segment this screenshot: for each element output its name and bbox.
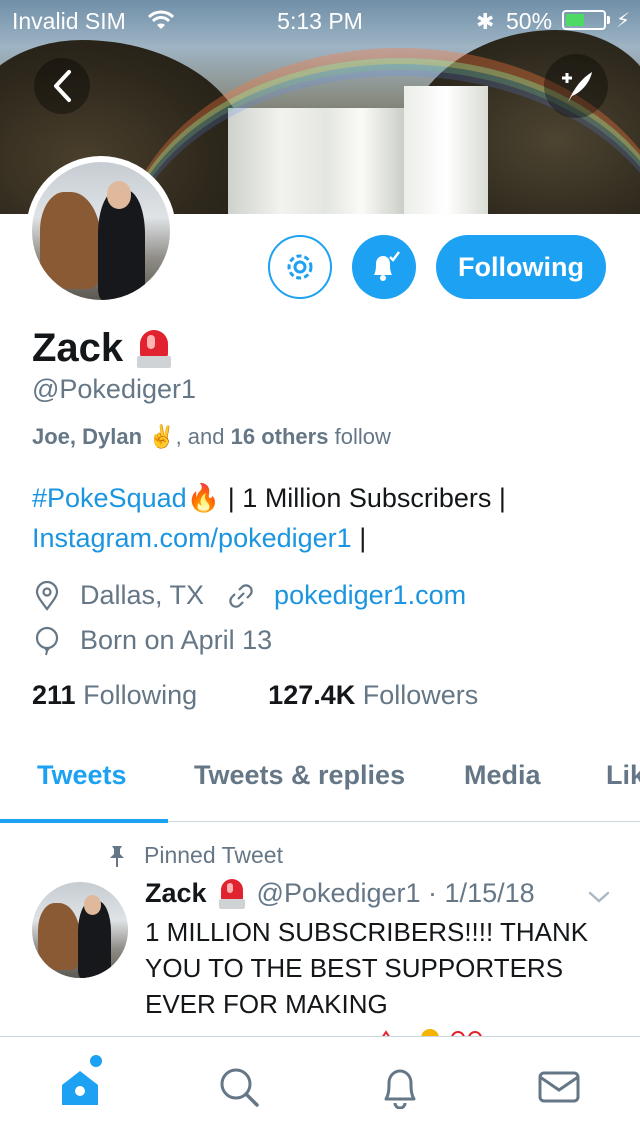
profile-location-row: Dallas, TX pokediger1.com [32,580,466,611]
chevron-down-icon[interactable] [586,888,612,906]
mail-icon[interactable] [537,1065,581,1109]
profile-name-text: Zack [32,326,124,370]
profile-website-link[interactable]: pokediger1.com [274,580,466,611]
bio-trail: | [359,523,367,553]
profile-location: Dallas, TX [80,580,205,610]
battery-percent: 50% [506,8,553,34]
siren-emoji-icon [137,329,172,368]
pinned-tweet-text: Pinned Tweet [144,842,283,868]
followers-count-link[interactable]: 127.4K Followers [268,680,478,710]
bio-hashtag-link[interactable]: #PokeSquad [32,483,187,513]
followed-by-names: Joe, Dylan [32,424,143,449]
tab-likes[interactable]: Lik [606,760,640,791]
status-bar: Invalid SIM 5:13 PM ✱ 50% ⚡ [0,0,640,40]
following-count: 211 [32,680,76,710]
profile-tabs: Tweets Tweets & replies Media Lik [0,740,640,823]
victory-hand-emoji-icon: ✌️ [148,424,176,449]
compose-tweet-icon [562,72,592,102]
compose-tweet-button[interactable] [544,54,608,118]
followed-by-others: 16 others [230,424,329,449]
charging-icon: ⚡ [616,10,631,32]
bio-text: | 1 Million Subscribers | [227,483,506,513]
home-new-indicator [90,1055,102,1067]
notifications-toggle-button[interactable] [352,235,416,299]
followed-by-middle: , and [175,424,225,449]
profile-birthday-row: Born on April 13 [32,625,272,656]
profile-handle: @Pokediger1 [32,374,197,404]
battery-tip [607,16,610,24]
back-button[interactable] [34,58,90,114]
profile-settings-button[interactable] [268,235,332,299]
bell-check-icon [374,251,400,281]
active-tab-indicator [0,819,168,823]
chevron-left-icon [54,70,71,102]
home-icon[interactable] [58,1065,102,1109]
link-icon [229,583,253,608]
bio-instagram-link[interactable]: Instagram.com/pokediger1 [32,523,352,553]
tweet-text: 1 MILLION SUBSCRIBERS!!!! THANK YOU TO T… [145,917,589,1019]
siren-emoji-icon [218,878,245,909]
tab-tweets-replies[interactable]: Tweets & replies [194,760,405,791]
tweet-handle-date: @Pokediger1 · 1/15/18 [256,878,535,908]
bluetooth-icon: ✱ [476,9,495,34]
tweet-header: Zack @Pokediger1 · 1/15/18 [145,878,535,909]
profile-bio: #PokeSquad🔥 | 1 Million Subscribers | In… [32,478,612,558]
following-button[interactable]: Following [436,235,606,299]
balloon-icon [35,626,59,655]
followed-by-line[interactable]: Joe, Dylan ✌️, and 16 others follow [32,424,391,450]
tweet-author-avatar[interactable] [32,882,128,978]
bottom-tab-bar [0,1036,640,1136]
following-count-link[interactable]: 211 Following [32,680,197,710]
profile-avatar[interactable] [26,156,176,306]
tab-media[interactable]: Media [464,760,541,791]
location-pin-icon [35,580,59,611]
gear-icon [287,254,313,280]
followers-label: Followers [362,680,479,710]
followed-by-suffix: follow [334,424,391,449]
following-label: Following [83,680,198,710]
profile-name: Zack [32,326,172,371]
tweet-author-name[interactable]: Zack [145,878,207,909]
profile-birthday: Born on April 13 [80,625,273,655]
bell-icon[interactable] [378,1065,422,1109]
tab-tweets[interactable]: Tweets [37,760,127,791]
pin-icon [110,845,124,867]
followers-count: 127.4K [268,680,356,710]
pinned-tweet-label: Pinned Tweet [106,842,283,869]
follow-counts: 211 Following 127.4K Followers [32,680,478,711]
search-icon[interactable] [217,1065,261,1109]
battery-icon [562,10,606,30]
fire-emoji-icon: 🔥 [186,483,221,513]
